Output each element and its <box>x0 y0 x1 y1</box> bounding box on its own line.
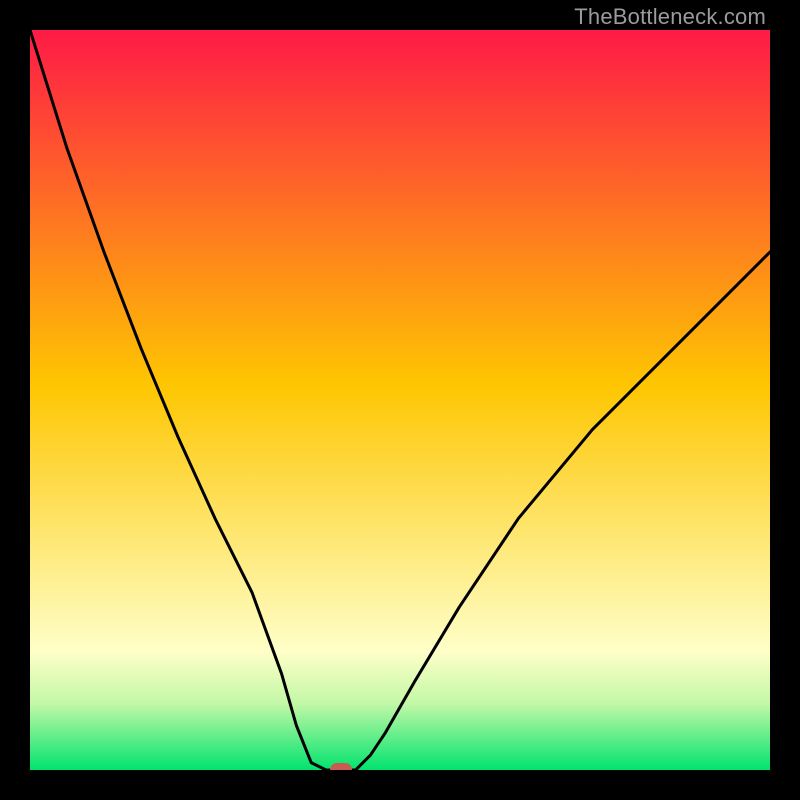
chart-frame: TheBottleneck.com <box>0 0 800 800</box>
bottleneck-curve <box>30 30 770 770</box>
plot-area <box>30 30 770 770</box>
watermark-text: TheBottleneck.com <box>574 4 766 30</box>
minimum-marker <box>330 763 352 770</box>
